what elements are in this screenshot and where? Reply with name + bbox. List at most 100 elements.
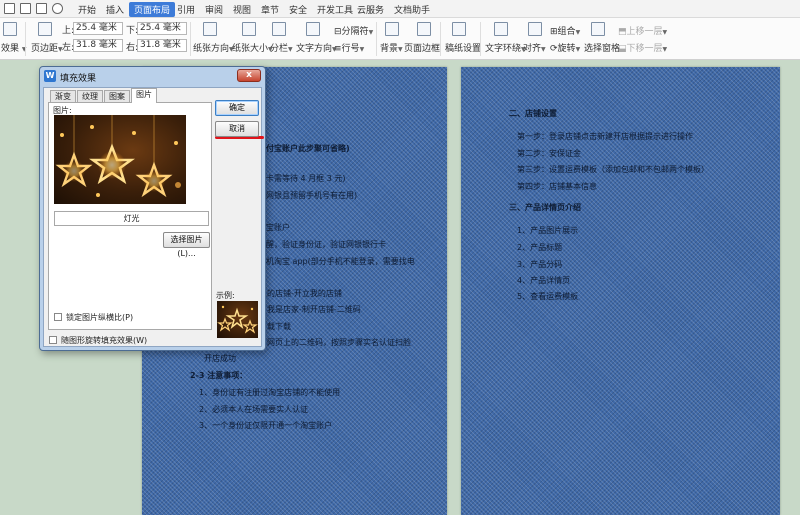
paper-setting-button[interactable]: 稿纸设置 [445,41,481,54]
doc-line: 2、产品标题 [517,243,563,252]
tab-gradient[interactable]: 渐变 [50,90,76,102]
background-icon[interactable] [385,22,399,36]
margins-icon[interactable] [38,22,52,36]
tab-cloud[interactable]: 云服务 [357,3,384,16]
lock-ratio-checkbox[interactable] [54,313,62,321]
doc-line: 提醒，验证身份证，验证网银银行卡 [258,240,386,249]
tab-chapter[interactable]: 章节 [261,3,279,16]
bring-forward-button[interactable]: ⬒上移一层▼ [618,24,667,37]
text-wrap-button[interactable]: 文字环绕▼ [485,41,526,54]
picture-name-field: 灯光 [54,211,209,226]
ok-button[interactable]: 确定 [215,100,259,116]
doc-line: 5、查看运费模板 [517,292,579,301]
doc-line: 1、产品图片展示 [517,226,579,235]
doc-line: 第二步：安保证金 [517,149,581,158]
star-lights-image [55,115,181,198]
picture-tab-panel: 图片: 灯光 选择图片(L)... 锁定图片纵横比(P) [48,102,212,330]
columns-button[interactable]: 分栏▼ [270,41,293,54]
tab-page-layout[interactable]: 页面布局 [129,2,176,17]
close-button[interactable]: x [237,69,261,82]
margin-left-input[interactable]: 31.8 毫米 [73,39,123,52]
tab-home[interactable]: 开始 [78,3,96,16]
page-border-button[interactable]: 页面边框 [404,41,440,54]
document-page-2[interactable]: 二、店铺设置 第一步：登录店铺点击新建开店根据提示进行操作 第二步：安保证金 第… [461,67,780,515]
doc-line: 2、必须本人在场需要实人认证 [199,405,309,414]
tab-review[interactable]: 审阅 [205,3,223,16]
rotate-with-shape-checkbox[interactable] [49,336,57,344]
cancel-button[interactable]: 取消 [215,121,259,137]
margin-right-input[interactable]: 31.8 毫米 [137,39,187,52]
file-icon[interactable] [4,3,15,14]
doc-line: 黑卡需等待 4 月框 3 元) [258,174,346,183]
lock-ratio-label[interactable]: 锁定图片纵横比(P) [66,312,133,323]
select-picture-button[interactable]: 选择图片(L)... [163,232,210,258]
tab-view[interactable]: 视图 [233,3,251,16]
sample-star-image [217,305,258,334]
doc-line: 的店铺-开立我的店铺 [267,289,342,298]
select-pane-button[interactable]: 选择窗格 [584,41,620,54]
doc-line: 1、身份证有注册过淘宝店铺的不能使用 [199,388,341,397]
doc-line: 载下载 [267,322,291,331]
paper-size-icon[interactable] [242,22,256,36]
paper-size-button[interactable]: 纸张大小▼ [232,41,273,54]
picture-preview [54,115,186,204]
dialog-titlebar[interactable]: W 填充效果 x [40,67,265,87]
fill-effects-dialog: W 填充效果 x 渐变 纹理 图案 图片 图片: 灯光 选择图片(L)... 锁… [39,66,266,351]
print-icon[interactable] [36,3,47,14]
doc-line: 3、产品分码 [517,260,563,269]
tab-picture[interactable]: 图片 [131,88,157,103]
rotate-with-shape-label[interactable]: 随图形旋转填充效果(W) [61,335,147,346]
tab-developer[interactable]: 开发工具 [317,3,353,16]
doc-line: 3、一个身份证仅限开通一个淘宝账户 [199,421,333,430]
line-number-button[interactable]: ≡行号▼ [334,41,364,54]
paper-setting-icon[interactable] [452,22,466,36]
tab-references[interactable]: 引用 [177,3,195,16]
doc-line: 4、产品详情页 [517,276,571,285]
doc-line: 开网银且预留手机号有在用) [258,191,358,200]
effects-label[interactable]: 效果 ▼ [1,41,27,54]
effects-icon[interactable] [3,22,17,36]
tab-pattern[interactable]: 图案 [104,90,130,102]
doc-line: 第三步：设置运费模板（添加包邮和不包邮两个模板） [517,165,709,174]
text-wrap-icon[interactable] [494,22,508,36]
doc-line: 手机淘宝 app(部分手机不能登录，需要找电 [258,257,415,266]
doc-line: 我是店家-制开店铺-二维码 [267,305,361,314]
ribbon-toolbar: 效果 ▼ 页边距▼ 上: 25.4 毫米 左: 31.8 毫米 下: 25.4 … [0,18,800,60]
tab-doc-assistant[interactable]: 文档助手 [394,3,430,16]
doc-line: 第四步：店铺基本信息 [517,182,597,191]
menu-bar: 开始 插入 页面布局 引用 审阅 视图 章节 安全 开发工具 云服务 文档助手 [0,0,800,18]
undo-icon[interactable] [52,3,63,14]
tab-security[interactable]: 安全 [289,3,307,16]
separator-button[interactable]: ⊟分隔符▼ [334,24,373,37]
doc-line: 网页上的二维码，按照步骤实名认证扫脸 [267,338,411,347]
align-icon[interactable] [528,22,542,36]
columns-icon[interactable] [272,22,286,36]
dialog-body: 渐变 纹理 图案 图片 图片: 灯光 选择图片(L)... 锁定图片纵横比(P)… [43,87,264,347]
app-logo-icon: W [44,70,56,82]
orientation-button[interactable]: 纸张方向▼ [193,41,234,54]
notes-heading: 2-3 注意事项： [190,371,248,380]
send-backward-button[interactable]: ⬓下移一层▼ [618,41,667,54]
text-direction-icon[interactable] [306,22,320,36]
section-heading: 三、产品详情页介绍 [509,203,581,212]
save-icon[interactable] [20,3,31,14]
section-heading: 二、店铺设置 [509,109,557,118]
sample-preview [217,301,258,338]
rotate-button[interactable]: ⟳旋转▼ [550,41,580,54]
align-button[interactable]: 对齐▼ [523,41,546,54]
group-button[interactable]: ⊞组合▼ [550,24,580,37]
tab-texture[interactable]: 纹理 [77,90,103,102]
tab-insert[interactable]: 插入 [106,3,124,16]
text-direction-button[interactable]: 文字方向▼ [296,41,337,54]
doc-line: 支付宝账户此步聚可省略) [258,144,350,153]
select-pane-icon[interactable] [591,22,605,36]
margin-bottom-input[interactable]: 25.4 毫米 [137,22,187,35]
sample-label: 示例: [216,291,235,300]
doc-line: 开店成功 [204,354,236,363]
margin-top-input[interactable]: 25.4 毫米 [73,22,123,35]
background-button[interactable]: 背景▼ [380,41,403,54]
orientation-icon[interactable] [203,22,217,36]
page-border-icon[interactable] [417,22,431,36]
dialog-title: 填充效果 [60,74,97,84]
margins-button[interactable]: 页边距▼ [31,41,63,54]
